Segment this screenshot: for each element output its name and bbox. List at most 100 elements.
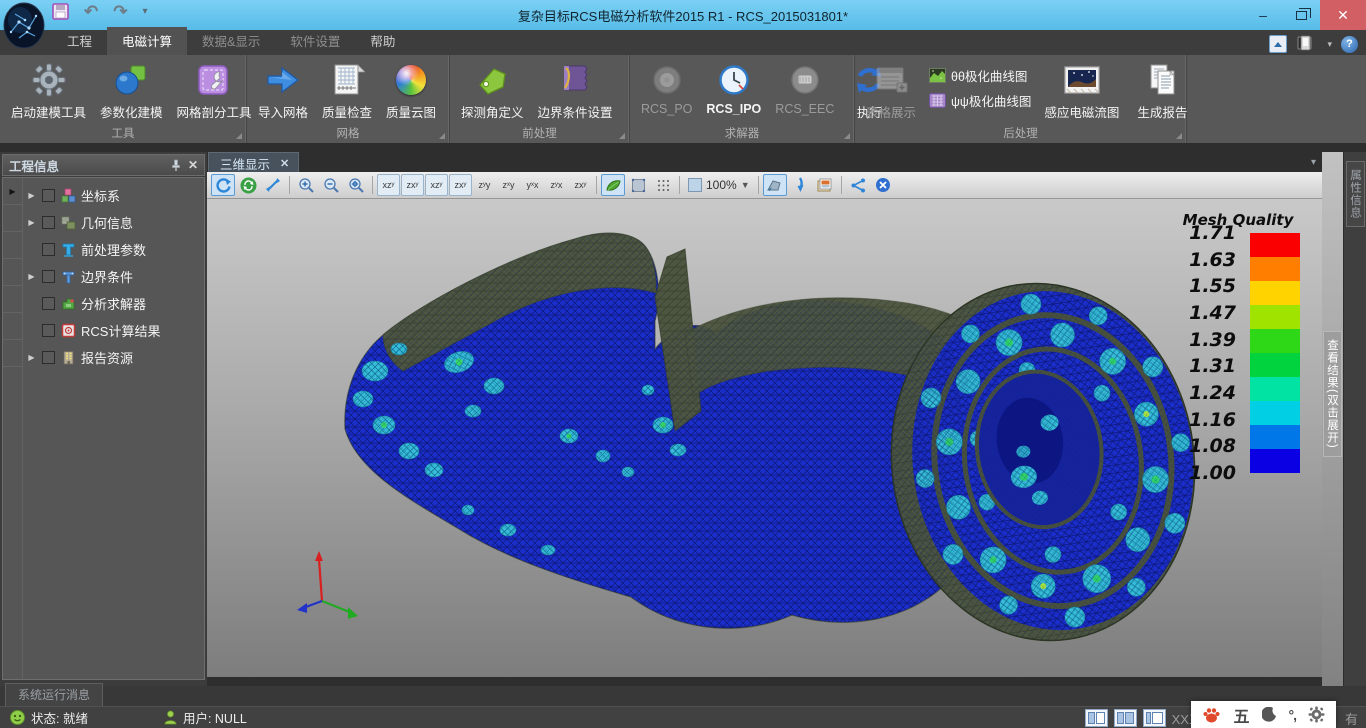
tab-close-icon[interactable]: ✕ bbox=[280, 157, 289, 170]
view-preset-5[interactable]: zʸy bbox=[473, 174, 496, 196]
solver-rcs-eec-button[interactable]: RCS_EEC bbox=[768, 58, 841, 116]
view-preset-9[interactable]: zxʸ bbox=[569, 174, 592, 196]
undo-icon[interactable]: ↶ bbox=[84, 3, 98, 20]
view-preset-4[interactable]: zxʸ bbox=[449, 174, 472, 196]
refresh-view-button[interactable] bbox=[236, 174, 260, 196]
ime-wubi-label[interactable]: 五 bbox=[1233, 703, 1249, 727]
group-expand-icon[interactable] bbox=[619, 133, 625, 139]
psi-polar-plot-button[interactable]: ψψ极化曲线图 bbox=[929, 91, 1031, 110]
quality-cloud-button[interactable]: 质量云图 bbox=[379, 58, 443, 121]
rotate-view-button[interactable] bbox=[211, 174, 235, 196]
expand-arrow-icon[interactable]: ▶ bbox=[26, 191, 37, 200]
tree-checkbox[interactable] bbox=[42, 297, 55, 310]
tree-checkbox[interactable] bbox=[42, 270, 55, 283]
import-mesh-button[interactable]: 导入网格 bbox=[251, 58, 315, 121]
view-preset-7[interactable]: yˣx bbox=[521, 174, 544, 196]
redo-icon[interactable]: ↷ bbox=[113, 3, 127, 20]
system-message-tab[interactable]: 系统运行消息 bbox=[5, 683, 103, 706]
zoom-out-button[interactable] bbox=[319, 174, 343, 196]
tree-item-boundary-conditions[interactable]: ▶ 边界条件 bbox=[23, 263, 204, 290]
tree-margin-arrow[interactable]: ▶ bbox=[3, 178, 22, 205]
tree-item-coordinate-system[interactable]: ▶ 坐标系 bbox=[23, 182, 204, 209]
project-panel-close-icon[interactable]: ✕ bbox=[188, 158, 198, 172]
theta-polar-plot-button[interactable]: θθ极化曲线图 bbox=[929, 66, 1031, 85]
menu-tab-em-compute[interactable]: 电磁计算 bbox=[107, 27, 187, 55]
view-preset-1[interactable]: xzʸ bbox=[377, 174, 400, 196]
save-icon[interactable] bbox=[52, 3, 69, 20]
pin-icon[interactable] bbox=[170, 159, 182, 172]
tree-checkbox[interactable] bbox=[42, 189, 55, 202]
restore-button[interactable] bbox=[1282, 0, 1320, 30]
share-flow-button[interactable] bbox=[846, 174, 870, 196]
wireframe-points-button[interactable] bbox=[651, 174, 675, 196]
zoom-level-combo[interactable]: 100% ▼ bbox=[684, 174, 754, 196]
tree-item-rcs-results[interactable]: RCS计算结果 bbox=[23, 317, 204, 344]
tree-item-report-resources[interactable]: ▶ 报告资源 bbox=[23, 344, 204, 371]
scene-manager-button[interactable] bbox=[813, 174, 837, 196]
group-expand-icon[interactable] bbox=[844, 133, 850, 139]
device-icon[interactable] bbox=[1296, 35, 1318, 53]
parametric-modeling-button[interactable]: 参数化建模 bbox=[93, 58, 170, 121]
zoom-in-button[interactable] bbox=[294, 174, 318, 196]
group-expand-icon[interactable] bbox=[236, 133, 242, 139]
group-expand-icon[interactable] bbox=[439, 133, 445, 139]
tree-item-geometry-info[interactable]: ▶ 几何信息 bbox=[23, 209, 204, 236]
ime-gear-icon[interactable] bbox=[1308, 706, 1325, 723]
cancel-operation-button[interactable] bbox=[871, 174, 895, 196]
collapse-ribbon-icon[interactable] bbox=[1269, 35, 1287, 53]
flat-render-button[interactable] bbox=[626, 174, 650, 196]
launch-modeler-button[interactable]: 启动建模工具 bbox=[4, 58, 93, 121]
device-dropdown-icon[interactable]: ▾ bbox=[1327, 39, 1332, 50]
property-collapsed-tab[interactable]: 属性信息 bbox=[1346, 161, 1365, 227]
tree-item-preprocess-params[interactable]: 前处理参数 bbox=[23, 236, 204, 263]
zoom-extent-button[interactable] bbox=[344, 174, 368, 196]
quality-check-button[interactable]: 质量检查 bbox=[315, 58, 379, 121]
viewport-3d[interactable]: Mesh Quality 1.71 1.63 1.55 1.47 1.39 1.… bbox=[207, 199, 1322, 677]
view-preset-6[interactable]: zˣy bbox=[497, 174, 520, 196]
probe-angle-button[interactable]: 探测角定义 bbox=[454, 58, 531, 121]
layout-left-button[interactable] bbox=[1085, 709, 1108, 727]
menu-tab-help[interactable]: 帮助 bbox=[355, 27, 410, 55]
view-preset-8[interactable]: zʸx bbox=[545, 174, 568, 196]
expand-arrow-icon[interactable]: ▶ bbox=[26, 272, 37, 281]
tree-checkbox[interactable] bbox=[42, 351, 55, 364]
menu-tab-project[interactable]: 工程 bbox=[52, 27, 107, 55]
drop-view-button[interactable] bbox=[788, 174, 812, 196]
shaded-render-button[interactable] bbox=[601, 174, 625, 196]
view-preset-2[interactable]: zxʸ bbox=[401, 174, 424, 196]
group-expand-icon[interactable] bbox=[1176, 133, 1182, 139]
orbit-mode-button[interactable] bbox=[763, 174, 787, 196]
menu-tab-settings[interactable]: 软件设置 bbox=[275, 27, 355, 55]
rainbow-sphere-icon bbox=[396, 60, 426, 100]
solver-rcs-po-button[interactable]: RCS_PO bbox=[634, 58, 699, 116]
mesh-tool-button[interactable]: 网格剖分工具 bbox=[170, 58, 259, 121]
induced-current-button[interactable]: 感应电磁流图 bbox=[1037, 58, 1126, 121]
boundary-setting-button[interactable]: 边界条件设置 bbox=[531, 58, 620, 121]
table-display-button[interactable]: 表格展示 bbox=[859, 58, 923, 121]
tree-checkbox[interactable] bbox=[42, 243, 55, 256]
layout-right-button[interactable] bbox=[1143, 709, 1166, 727]
minimize-button[interactable]: – bbox=[1244, 0, 1282, 30]
tree-checkbox[interactable] bbox=[42, 216, 55, 229]
expand-arrow-icon[interactable]: ▶ bbox=[26, 353, 37, 362]
ime-moon-icon[interactable] bbox=[1262, 707, 1277, 723]
tab-3d-display[interactable]: 三维显示 ✕ bbox=[208, 152, 299, 172]
app-logo-icon[interactable] bbox=[3, 2, 45, 49]
results-collapsed-tab[interactable]: 查看结果(双击展开) bbox=[1323, 331, 1342, 457]
solver-rcs-ipo-button[interactable]: RCS_IPO bbox=[699, 58, 768, 116]
fit-view-button[interactable] bbox=[261, 174, 285, 196]
close-button[interactable]: ✕ bbox=[1320, 0, 1366, 30]
ime-paw-icon[interactable] bbox=[1202, 706, 1221, 724]
tree-checkbox[interactable] bbox=[42, 324, 55, 337]
generate-report-button[interactable]: 生成报告 bbox=[1130, 58, 1194, 121]
expand-arrow-icon[interactable]: ▶ bbox=[26, 218, 37, 227]
view-preset-3[interactable]: xzʸ bbox=[425, 174, 448, 196]
help-icon[interactable]: ? bbox=[1341, 36, 1358, 53]
ime-punct-label[interactable]: °, bbox=[1289, 707, 1297, 723]
menu-tab-data-display[interactable]: 数据&显示 bbox=[187, 27, 275, 55]
grid-document-icon bbox=[329, 60, 365, 100]
tab-list-dropdown-icon[interactable]: ▾ bbox=[1311, 157, 1316, 168]
layout-split-button[interactable] bbox=[1114, 709, 1137, 727]
tree-item-analysis-solver[interactable]: 分析求解器 bbox=[23, 290, 204, 317]
qat-dropdown-icon[interactable]: ▾ bbox=[143, 6, 148, 17]
